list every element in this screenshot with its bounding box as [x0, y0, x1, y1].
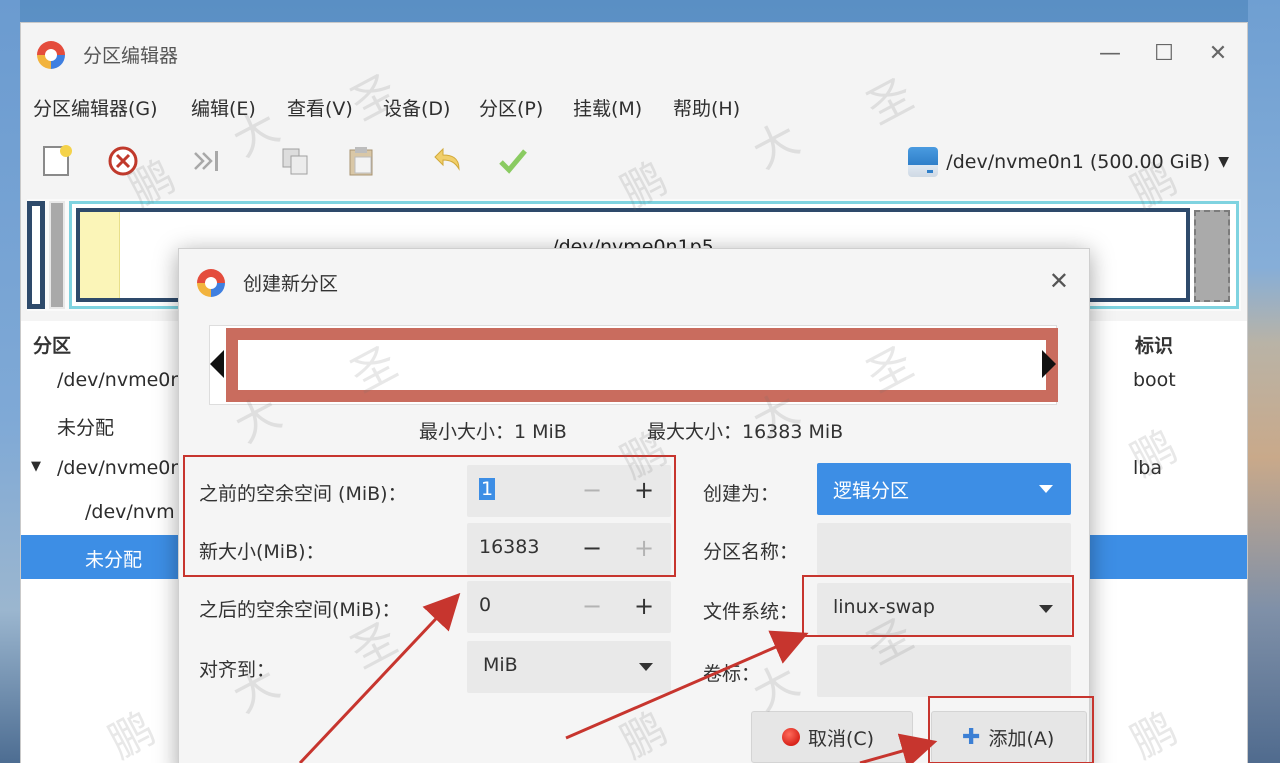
- annotation-arrows: [298, 592, 938, 763]
- annotation-arrow-add: [859, 733, 938, 763]
